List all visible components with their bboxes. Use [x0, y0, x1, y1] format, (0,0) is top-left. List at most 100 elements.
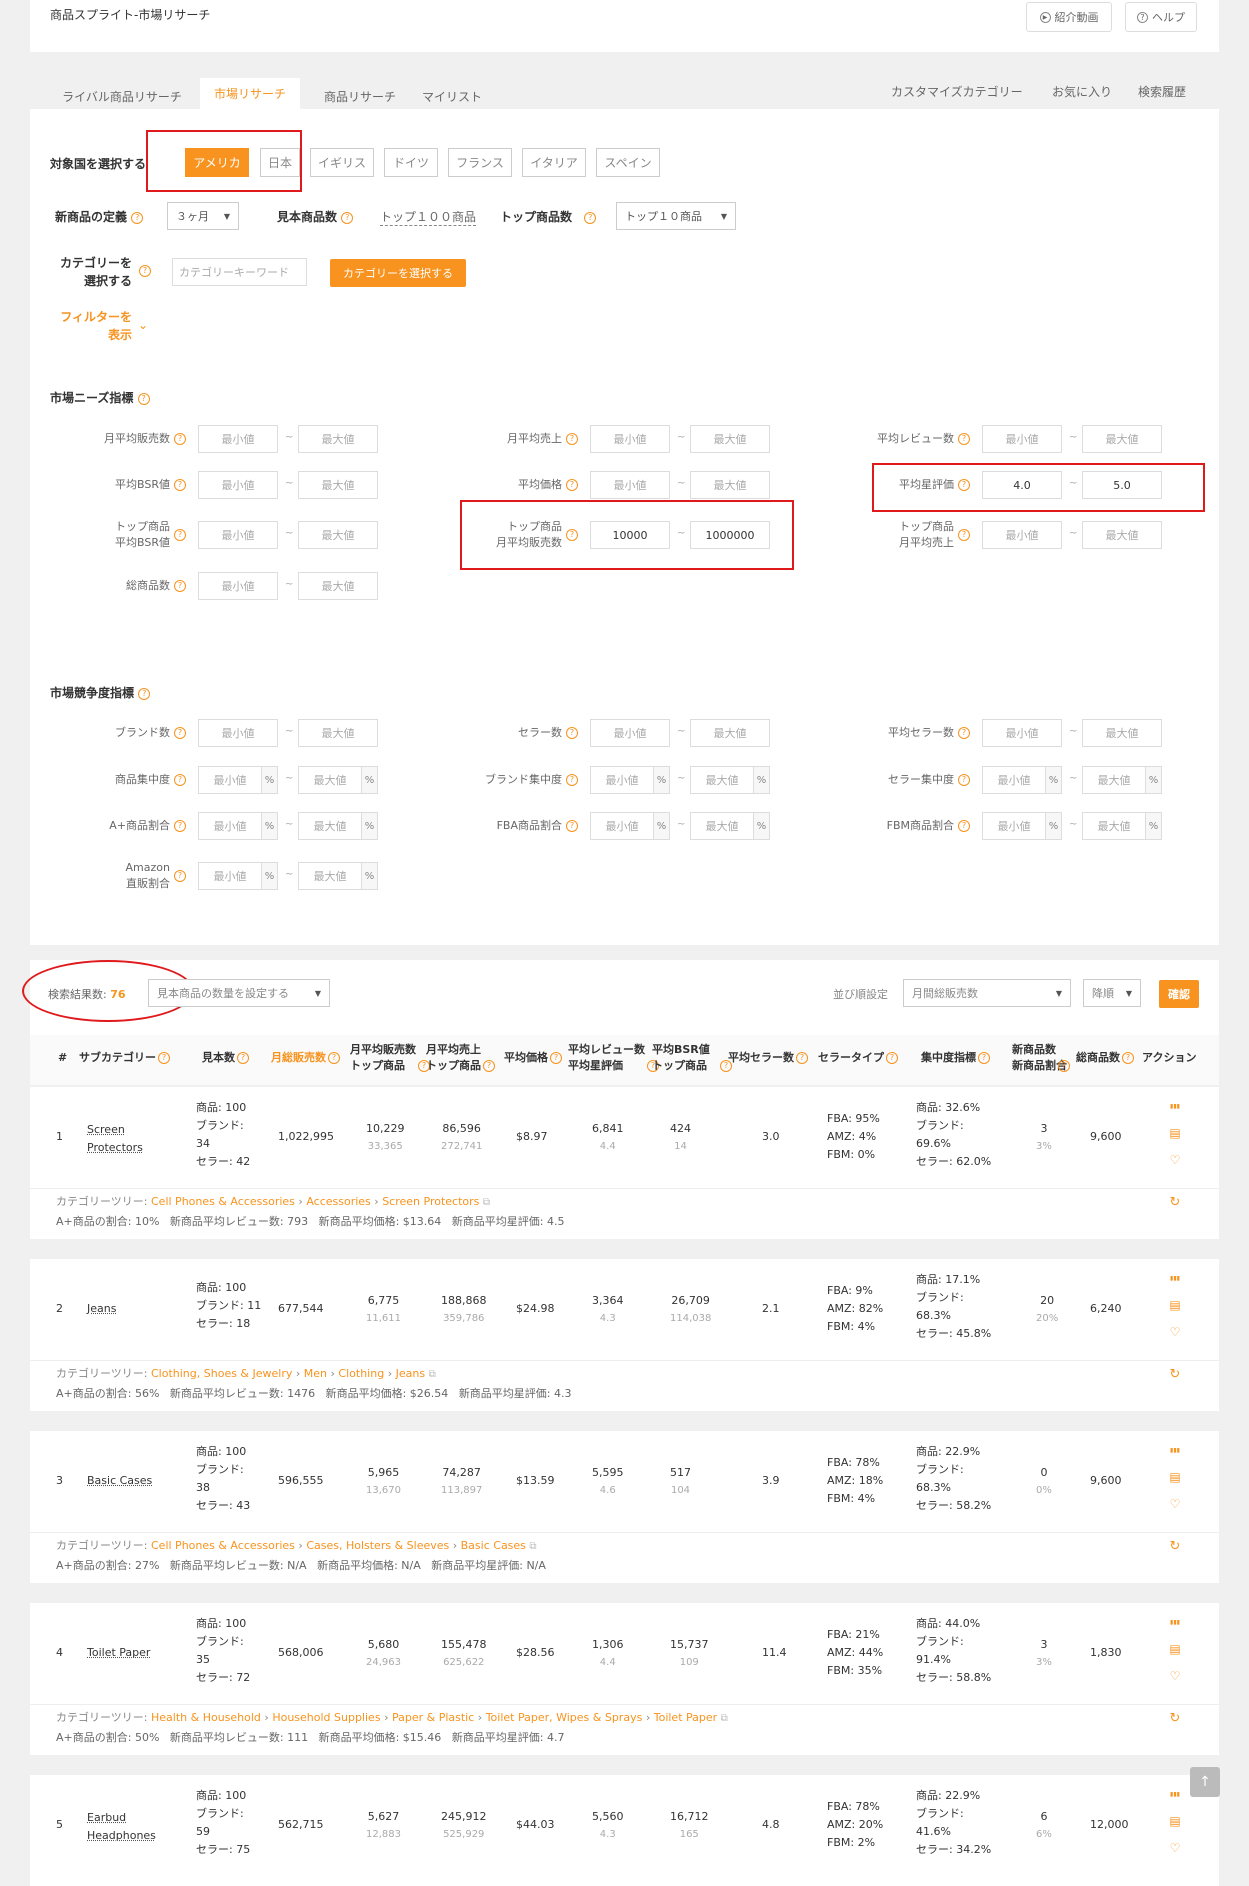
min-input[interactable]: 最小値: [198, 719, 278, 747]
document-icon[interactable]: ▤: [1168, 1470, 1182, 1484]
category-tree-link[interactable]: Jeans: [396, 1367, 425, 1380]
min-input[interactable]: 最小値: [198, 471, 278, 499]
max-input[interactable]: 最大値: [298, 862, 362, 890]
scroll-top-button[interactable]: ↑: [1190, 1767, 1220, 1797]
sample-quantity-select[interactable]: 見本商品の数量を設定する▼: [148, 979, 330, 1007]
select-category-button[interactable]: カテゴリーを選択する: [330, 259, 466, 287]
refresh-icon[interactable]: ↻: [1168, 1195, 1182, 1209]
category-tree-link[interactable]: Household Supplies: [272, 1711, 380, 1724]
subcategory-link[interactable]: Basic Cases: [87, 1472, 152, 1490]
chart-icon[interactable]: ▮▮▮: [1168, 1099, 1182, 1113]
top-products-select[interactable]: トップ１０商品▼: [616, 202, 736, 230]
category-tree-link[interactable]: Basic Cases: [461, 1539, 526, 1552]
min-input[interactable]: 最小値: [590, 425, 670, 453]
max-input[interactable]: 最大値: [690, 766, 754, 794]
category-tree-link[interactable]: Men: [304, 1367, 327, 1380]
min-input[interactable]: 最小値: [982, 766, 1046, 794]
min-input[interactable]: 最小値: [590, 471, 670, 499]
category-tree-link[interactable]: Clothing: [338, 1367, 384, 1380]
min-input[interactable]: 最小値: [590, 719, 670, 747]
heart-icon[interactable]: ♡: [1168, 1325, 1182, 1339]
show-filter-toggle[interactable]: フィルターを表示: [52, 308, 132, 344]
category-tree-link[interactable]: Health & Household: [151, 1711, 261, 1724]
max-input[interactable]: 最大値: [1082, 812, 1146, 840]
heart-icon[interactable]: ♡: [1168, 1153, 1182, 1167]
category-tree-link[interactable]: Paper & Plastic: [392, 1711, 474, 1724]
category-tree-link[interactable]: Cell Phones & Accessories: [151, 1195, 295, 1208]
min-input[interactable]: 最小値: [590, 766, 654, 794]
max-input[interactable]: 最大値: [690, 471, 770, 499]
order-select[interactable]: 降順▼: [1083, 979, 1141, 1007]
column-header[interactable]: サブカテゴリー: [79, 1050, 156, 1066]
min-input[interactable]: 最小値: [982, 521, 1062, 549]
tab-favorites[interactable]: お気に入り: [1052, 83, 1112, 100]
max-input[interactable]: 最大値: [298, 572, 378, 600]
country-spain[interactable]: スペイン: [596, 148, 660, 177]
min-input[interactable]: 最小値: [198, 766, 262, 794]
max-input[interactable]: 最大値: [298, 766, 362, 794]
tab-product-research[interactable]: 商品リサーチ: [310, 83, 410, 109]
heart-icon[interactable]: ♡: [1168, 1497, 1182, 1511]
category-tree-link[interactable]: Clothing, Shoes & Jewelry: [151, 1367, 292, 1380]
column-header[interactable]: アクション: [1142, 1050, 1196, 1066]
country-uk[interactable]: イギリス: [310, 148, 374, 177]
column-header[interactable]: 平均価格: [504, 1050, 548, 1066]
max-input[interactable]: 最大値: [1082, 719, 1162, 747]
external-link-icon[interactable]: ⧉: [529, 1541, 536, 1552]
external-link-icon[interactable]: ⧉: [721, 1713, 728, 1724]
subcategory-link[interactable]: Toilet Paper: [87, 1644, 150, 1662]
document-icon[interactable]: ▤: [1168, 1298, 1182, 1312]
confirm-button[interactable]: 確認: [1159, 980, 1199, 1008]
refresh-icon[interactable]: ↻: [1168, 1711, 1182, 1725]
max-input[interactable]: 最大値: [1082, 766, 1146, 794]
category-tree-link[interactable]: Cell Phones & Accessories: [151, 1539, 295, 1552]
refresh-icon[interactable]: ↻: [1168, 1539, 1182, 1553]
category-tree-link[interactable]: Toilet Paper: [654, 1711, 717, 1724]
chart-icon[interactable]: ▮▮▮: [1168, 1271, 1182, 1285]
min-input[interactable]: 最小値: [982, 719, 1062, 747]
min-input[interactable]: 最小値: [982, 812, 1046, 840]
column-header[interactable]: 平均レビュー数平均星評価: [568, 1042, 645, 1074]
heart-icon[interactable]: ♡: [1168, 1841, 1182, 1855]
tab-market-research[interactable]: 市場リサーチ: [200, 78, 300, 109]
sample-value[interactable]: トップ１００商品: [380, 208, 476, 226]
document-icon[interactable]: ▤: [1168, 1642, 1182, 1656]
country-germany[interactable]: ドイツ: [384, 148, 438, 177]
max-input[interactable]: 最大値: [298, 719, 378, 747]
min-input[interactable]: 最小値: [982, 425, 1062, 453]
chart-icon[interactable]: ▮▮▮: [1168, 1443, 1182, 1457]
country-italy[interactable]: イタリア: [522, 148, 586, 177]
document-icon[interactable]: ▤: [1168, 1814, 1182, 1828]
chevron-down-icon[interactable]: ⌄: [138, 318, 148, 332]
category-tree-link[interactable]: Toilet Paper, Wipes & Sprays: [486, 1711, 643, 1724]
new-product-select[interactable]: ３ヶ月▼: [167, 202, 239, 230]
chart-icon[interactable]: ▮▮▮: [1168, 1615, 1182, 1629]
help-button[interactable]: ? ヘルプ: [1125, 2, 1197, 32]
column-header[interactable]: 集中度指標: [921, 1050, 976, 1066]
column-header[interactable]: 月総販売数: [271, 1050, 326, 1066]
tab-search-history[interactable]: 検索履歴: [1138, 83, 1186, 100]
refresh-icon[interactable]: ↻: [1168, 1367, 1182, 1381]
column-header[interactable]: 総商品数: [1076, 1050, 1120, 1066]
column-header[interactable]: 見本数: [202, 1050, 235, 1066]
external-link-icon[interactable]: ⧉: [429, 1369, 436, 1380]
sort-select[interactable]: 月間総販売数▼: [903, 979, 1071, 1007]
max-input[interactable]: 最大値: [298, 521, 378, 549]
document-icon[interactable]: ▤: [1168, 1126, 1182, 1140]
column-header[interactable]: 平均BSR値トップ商品: [652, 1042, 710, 1074]
chart-icon[interactable]: ▮▮▮: [1168, 1787, 1182, 1801]
min-input[interactable]: 最小値: [198, 572, 278, 600]
max-input[interactable]: 最大値: [298, 425, 378, 453]
max-input[interactable]: 最大値: [690, 812, 754, 840]
subcategory-link[interactable]: EarbudHeadphones: [87, 1809, 156, 1845]
max-input[interactable]: 最大値: [298, 812, 362, 840]
min-input[interactable]: 最小値: [590, 812, 654, 840]
min-input[interactable]: 最小値: [198, 812, 262, 840]
category-tree-link[interactable]: Accessories: [306, 1195, 370, 1208]
subcategory-link[interactable]: Jeans: [87, 1300, 116, 1318]
column-header[interactable]: セラータイプ: [818, 1050, 884, 1066]
tab-rival-research[interactable]: ライバル商品リサーチ: [50, 83, 194, 109]
min-input[interactable]: 最小値: [198, 521, 278, 549]
intro-video-button[interactable]: ▶ 紹介動画: [1026, 2, 1112, 32]
max-input[interactable]: 最大値: [690, 719, 770, 747]
